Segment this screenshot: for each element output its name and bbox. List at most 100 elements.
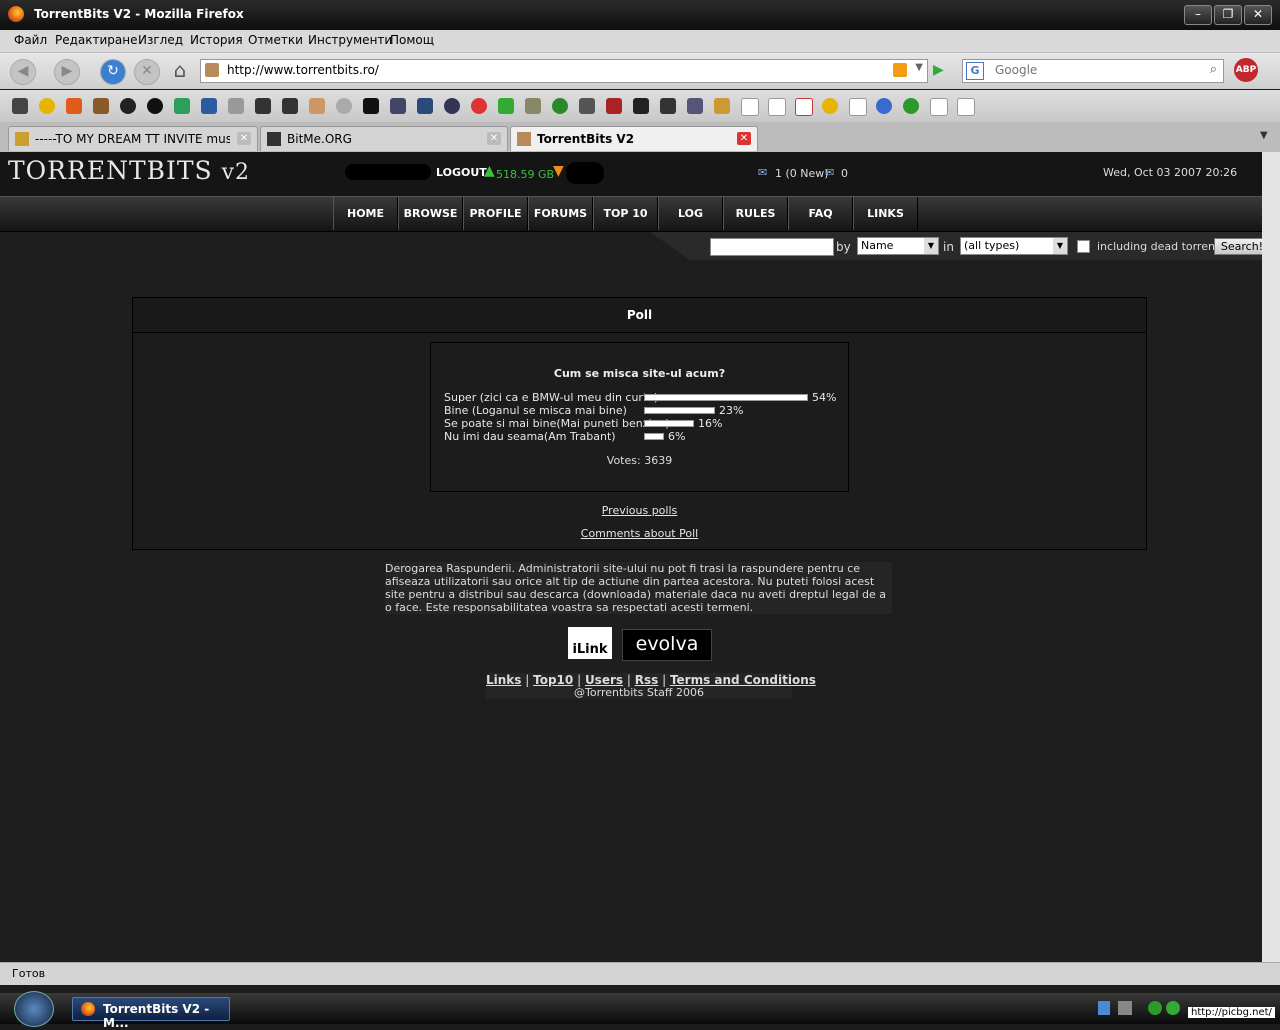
bookmark-icon[interactable] xyxy=(579,98,595,114)
footer-link-top10[interactable]: Top10 xyxy=(533,673,573,687)
nav-home[interactable]: HOME xyxy=(333,197,398,230)
page-icon[interactable] xyxy=(957,98,975,116)
back-button[interactable]: ◀ xyxy=(10,59,36,85)
bookmark-icon[interactable] xyxy=(174,98,190,114)
bookmark-icon[interactable] xyxy=(687,98,703,114)
nav-browse[interactable]: BROWSE xyxy=(398,197,463,230)
inbox-count[interactable]: 1 (0 New) xyxy=(775,167,829,180)
forward-button[interactable]: ▶ xyxy=(54,59,80,85)
bookmark-icon[interactable] xyxy=(255,98,271,114)
search-submit-button[interactable]: Search! xyxy=(1214,238,1262,255)
poll-comments-link[interactable]: Comments about Poll xyxy=(581,527,698,540)
bookmark-icon[interactable] xyxy=(822,98,838,114)
bookmark-icon[interactable] xyxy=(390,98,406,114)
google-engine-icon[interactable]: G xyxy=(966,62,984,80)
bookmark-icon[interactable] xyxy=(525,98,541,114)
nav-links[interactable]: LINKS xyxy=(853,197,918,230)
tab-close-icon[interactable]: ✕ xyxy=(237,132,251,145)
bookmark-icon[interactable] xyxy=(417,98,433,114)
vertical-scrollbar[interactable] xyxy=(1262,152,1280,962)
footer-link-terms[interactable]: Terms and Conditions xyxy=(670,673,816,687)
menu-file[interactable]: Файл xyxy=(14,33,47,47)
tray-icon[interactable] xyxy=(1098,1001,1110,1015)
logout-link[interactable]: LOGOUT xyxy=(436,166,487,179)
menu-history[interactable]: История xyxy=(190,33,243,47)
minimize-button[interactable]: – xyxy=(1184,5,1212,25)
adblock-icon[interactable]: ABP xyxy=(1234,58,1258,82)
tray-icon[interactable] xyxy=(1118,1001,1132,1015)
search-input[interactable] xyxy=(993,62,1197,78)
bookmark-icon[interactable] xyxy=(228,98,244,114)
home-button[interactable]: ⌂ xyxy=(168,59,192,83)
menu-view[interactable]: Изглед xyxy=(138,33,183,47)
bookmark-icon[interactable] xyxy=(309,98,325,114)
bookmark-icon[interactable] xyxy=(66,98,82,114)
sentbox-icon[interactable]: ✉ xyxy=(825,166,834,179)
bookmark-icon[interactable] xyxy=(120,98,136,114)
tab-bitme[interactable]: BitMe.ORG ✕ xyxy=(260,126,508,151)
tab-dream-tt[interactable]: -----TO MY DREAM TT INVITE music sit... … xyxy=(8,126,258,151)
search-by-select[interactable]: Name ▼ xyxy=(857,237,939,255)
go-button[interactable]: ▶ xyxy=(933,62,944,78)
magnifier-icon[interactable]: ⌕ xyxy=(1210,62,1217,77)
previous-polls-link[interactable]: Previous polls xyxy=(602,504,678,517)
menu-tools[interactable]: Инструменти xyxy=(308,33,392,47)
start-button[interactable] xyxy=(14,991,54,1027)
search-bar[interactable]: G ⌕ xyxy=(962,59,1224,83)
inbox-icon[interactable]: ✉ xyxy=(758,166,767,179)
page-icon[interactable] xyxy=(795,98,813,116)
taskbar-firefox-button[interactable]: TorrentBits V2 - M... xyxy=(72,997,230,1030)
menu-help[interactable]: Помощ xyxy=(390,33,434,47)
tab-close-icon[interactable]: ✕ xyxy=(487,132,501,145)
bookmark-icon[interactable] xyxy=(498,98,514,114)
close-button[interactable]: ✕ xyxy=(1244,5,1272,25)
url-dropdown-icon[interactable]: ▼ xyxy=(915,62,923,73)
dead-torrents-checkbox[interactable] xyxy=(1077,240,1090,253)
footer-link-links[interactable]: Links xyxy=(486,673,521,687)
rss-feed-icon[interactable] xyxy=(893,63,907,77)
nav-top10[interactable]: TOP 10 xyxy=(593,197,658,230)
tray-icon[interactable] xyxy=(1166,1001,1180,1015)
bookmark-icon[interactable] xyxy=(147,98,163,114)
nav-log[interactable]: LOG xyxy=(658,197,723,230)
bookmark-icon[interactable] xyxy=(39,98,55,114)
tab-torrentbits[interactable]: TorrentBits V2 ✕ xyxy=(510,126,758,151)
footer-link-users[interactable]: Users xyxy=(585,673,623,687)
url-input[interactable] xyxy=(225,62,829,78)
search-type-select[interactable]: (all types) ▼ xyxy=(960,237,1068,255)
site-logo[interactable]: TorrentBits V2 xyxy=(8,156,250,185)
speaker-icon[interactable] xyxy=(12,98,28,114)
bookmark-icon[interactable] xyxy=(363,98,379,114)
bookmark-icon[interactable] xyxy=(606,98,622,114)
page-icon[interactable] xyxy=(741,98,759,116)
nav-profile[interactable]: PROFILE xyxy=(463,197,528,230)
menu-edit[interactable]: Редактиране xyxy=(55,33,138,47)
evolva-logo[interactable]: evolva xyxy=(622,629,712,661)
bookmark-icon[interactable] xyxy=(714,98,730,114)
menu-bookmarks[interactable]: Отметки xyxy=(248,33,303,47)
tab-close-icon[interactable]: ✕ xyxy=(737,132,751,145)
info-icon[interactable] xyxy=(876,98,892,114)
tray-icon[interactable] xyxy=(1148,1001,1162,1015)
page-icon[interactable] xyxy=(849,98,867,116)
tab-list-icon[interactable]: ▼ xyxy=(1260,130,1268,141)
bookmark-icon[interactable] xyxy=(660,98,676,114)
page-icon[interactable] xyxy=(930,98,948,116)
nav-forums[interactable]: FORUMS xyxy=(528,197,593,230)
ilink-logo[interactable]: iLink xyxy=(568,627,612,659)
torrent-search-input[interactable] xyxy=(710,238,834,256)
nav-faq[interactable]: FAQ xyxy=(788,197,853,230)
stop-button[interactable]: ✕ xyxy=(134,59,160,85)
nav-rules[interactable]: RULES xyxy=(723,197,788,230)
bookmark-icon[interactable] xyxy=(282,98,298,114)
bookmark-icon[interactable] xyxy=(471,98,487,114)
bookmark-icon[interactable] xyxy=(903,98,919,114)
url-bar[interactable]: ▼ xyxy=(200,59,928,83)
bookmark-icon[interactable] xyxy=(444,98,460,114)
bookmark-icon[interactable] xyxy=(633,98,649,114)
bookmark-icon[interactable] xyxy=(552,98,568,114)
bookmark-icon[interactable] xyxy=(201,98,217,114)
maximize-button[interactable]: ❐ xyxy=(1214,5,1242,25)
bookmark-icon[interactable] xyxy=(336,98,352,114)
page-icon[interactable] xyxy=(768,98,786,116)
